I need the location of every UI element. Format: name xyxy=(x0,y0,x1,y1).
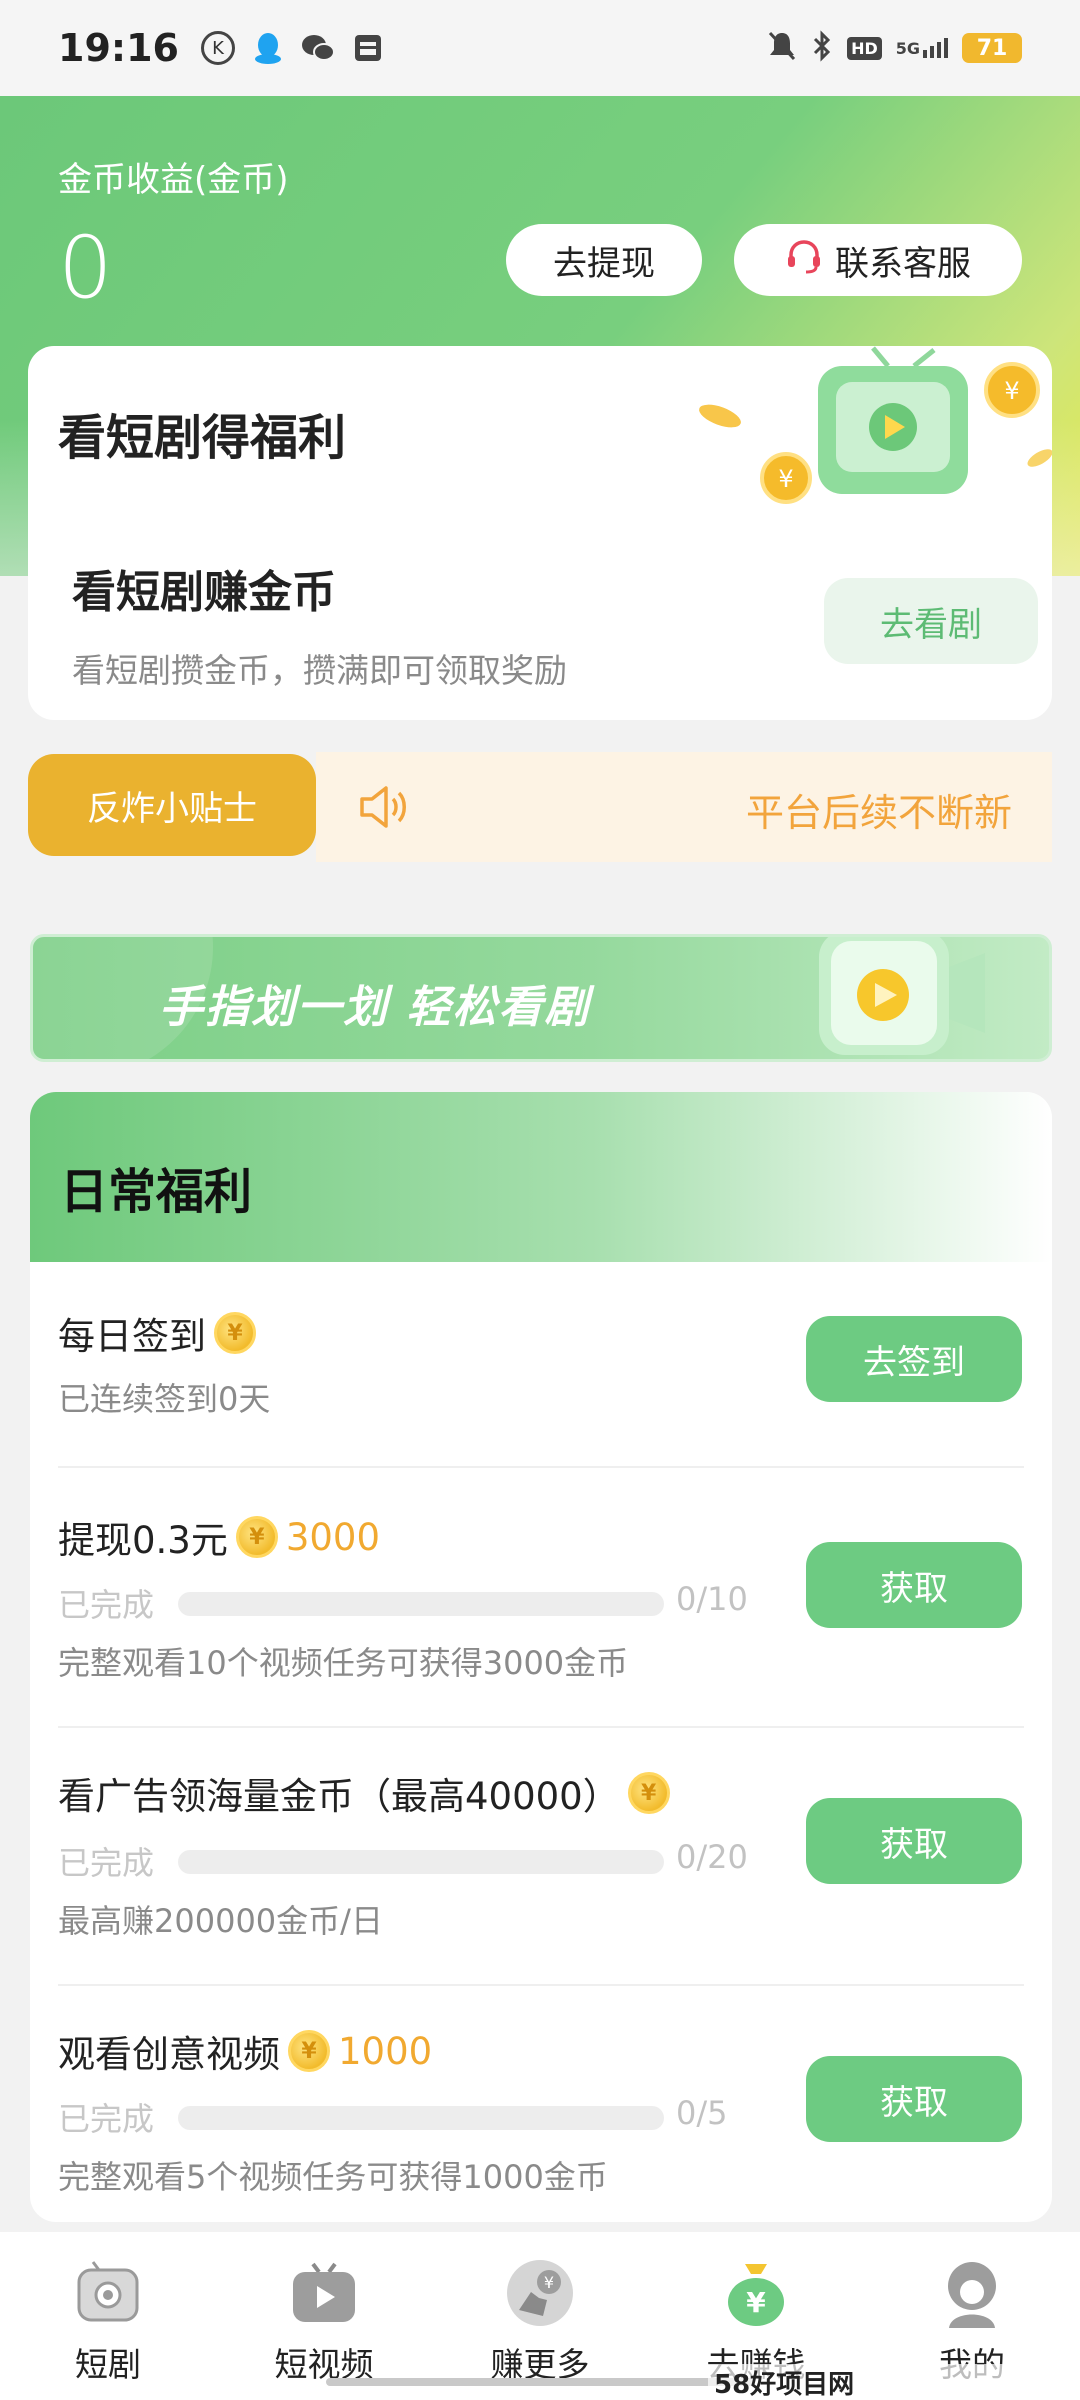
tv-coins-illustration: ¥ ¥ xyxy=(699,346,1052,504)
task-name: 看广告领海量金币（最高40000） ¥ xyxy=(58,1766,670,1820)
task-name: 提现0.3元 ¥ 3000 xyxy=(58,1510,380,1564)
battery-indicator: 71 xyxy=(962,33,1022,63)
task-watch-ads: 看广告领海量金币（最高40000） ¥ 已完成 0/20 最高赚200000金币… xyxy=(30,1728,1052,1984)
hand-coin-icon: ¥ xyxy=(505,2258,575,2328)
daily-welfare-title: 日常福利 xyxy=(60,1164,253,1220)
daily-welfare-card: 日常福利 每日签到 ¥ 已连续签到0天 去签到 提现0.3元 ¥ 3000 已完… xyxy=(30,1092,1052,2222)
coin-earnings-value: 0 xyxy=(58,218,113,318)
network-type: 5G xyxy=(895,39,920,58)
task-progress-count: 0/5 xyxy=(676,2094,728,2132)
inbox-icon xyxy=(351,31,385,65)
daily-welfare-header: 日常福利 xyxy=(30,1092,1052,1262)
get-button[interactable]: 获取 xyxy=(806,2056,1022,2142)
anti-fraud-tip-tag[interactable]: 反炸小贴士 xyxy=(28,754,316,856)
user-icon xyxy=(937,2258,1007,2328)
money-bag-icon: ¥ xyxy=(721,2258,791,2328)
coin-icon: ¥ xyxy=(235,1516,278,1558)
task-name-text: 观看创意视频 xyxy=(58,2033,280,2076)
go-watch-drama-button[interactable]: 去看剧 xyxy=(824,578,1038,664)
watch-drama-card-title: 看短剧得福利 xyxy=(58,410,347,466)
notice-marquee-bar: 平台后续不断新 xyxy=(316,752,1052,862)
task-status: 已完成 xyxy=(58,2100,155,2138)
coin-icon: ¥ xyxy=(627,1772,670,1814)
task-creative-video: 观看创意视频 ¥ 1000 已完成 0/5 完整观看5个视频任务可获得1000金… xyxy=(30,1986,1052,2222)
notice-marquee-text: 平台后续不断新 xyxy=(746,791,1013,835)
nav-item-short-video[interactable]: 短视频 xyxy=(216,2232,432,2400)
task-name: 观看创意视频 ¥ 1000 xyxy=(58,2024,432,2078)
withdraw-label: 去提现 xyxy=(553,243,655,284)
task-progress-bar xyxy=(178,1592,664,1616)
speaker-icon xyxy=(356,782,410,836)
task-reward: 1000 xyxy=(338,2029,433,2073)
status-time: 19:16 xyxy=(58,26,179,70)
task-progress-bar xyxy=(178,1850,664,1874)
home-indicator[interactable] xyxy=(326,2378,754,2386)
contact-service-label: 联系客服 xyxy=(835,243,971,284)
banner-text: 手指划一划 轻松看剧 xyxy=(159,982,591,1033)
sign-in-button[interactable]: 去签到 xyxy=(806,1316,1022,1402)
watch-drama-card: 看短剧得福利 ¥ ¥ 看短剧赚金币 看短剧攒金币，攒满即可领取奖励 去看剧 xyxy=(28,346,1052,720)
nav-item-drama[interactable]: 短剧 xyxy=(0,2232,216,2400)
contact-service-button[interactable]: 联系客服 xyxy=(734,224,1022,296)
task-name: 每日签到 ¥ xyxy=(58,1306,256,1360)
task-name-text: 每日签到 xyxy=(58,1315,206,1358)
task-progress-count: 0/10 xyxy=(676,1580,748,1618)
wechat-icon xyxy=(301,31,335,65)
task-reward: 3000 xyxy=(285,1515,381,1559)
task-meta: 完整观看5个视频任务可获得1000金币 xyxy=(58,2158,608,2196)
task-meta: 完整观看10个视频任务可获得3000金币 xyxy=(58,1644,629,1682)
task-name-text: 看广告领海量金币（最高40000） xyxy=(58,1775,620,1818)
bluetooth-icon xyxy=(811,30,833,66)
tv-icon xyxy=(73,2258,143,2328)
get-button[interactable]: 获取 xyxy=(806,1798,1022,1884)
status-system-icons: HD 5G 71 xyxy=(767,30,1022,66)
k-icon: K xyxy=(200,31,235,65)
coin-earnings-label: 金币收益(金币) xyxy=(58,160,289,200)
signal-icon: 5G xyxy=(896,38,948,58)
get-button[interactable]: 获取 xyxy=(806,1542,1022,1628)
headset-icon xyxy=(785,237,823,284)
task-withdraw: 提现0.3元 ¥ 3000 已完成 0/10 完整观看10个视频任务可获得300… xyxy=(30,1468,1052,1726)
svg-text:¥: ¥ xyxy=(778,465,793,493)
svg-text:¥: ¥ xyxy=(746,2286,766,2319)
status-notification-icons: K xyxy=(200,31,385,65)
svg-text:¥: ¥ xyxy=(544,2273,554,2292)
task-status: 已完成 xyxy=(58,1844,155,1882)
mute-icon xyxy=(767,30,797,66)
task-meta: 最高赚200000金币/日 xyxy=(58,1902,383,1940)
status-bar: 19:16 K HD 5G 71 xyxy=(0,0,1080,96)
nav-item-earn-more[interactable]: ¥ 赚更多 xyxy=(432,2232,648,2400)
task-daily-signin: 每日签到 ¥ 已连续签到0天 去签到 xyxy=(30,1262,1052,1462)
coin-icon: ¥ xyxy=(288,2030,330,2072)
watermark: 58好项目网www.58hxm.com xyxy=(708,2364,1080,2400)
watch-drama-description: 看短剧攒金币，攒满即可领取奖励 xyxy=(72,651,567,690)
task-meta: 已连续签到0天 xyxy=(58,1380,271,1418)
qq-icon xyxy=(251,31,285,65)
task-status: 已完成 xyxy=(58,1586,155,1624)
svg-text:¥: ¥ xyxy=(1004,377,1019,405)
withdraw-button[interactable]: 去提现 xyxy=(506,224,702,296)
task-name-text: 提现0.3元 xyxy=(58,1519,228,1562)
video-camera-icon xyxy=(819,937,985,1055)
watch-drama-subtitle: 看短剧赚金币 xyxy=(72,567,336,618)
task-progress-count: 0/20 xyxy=(676,1838,748,1876)
coin-icon: ¥ xyxy=(214,1312,256,1354)
task-progress-bar xyxy=(178,2106,664,2130)
play-icon xyxy=(289,2258,359,2328)
nav-label: 短剧 xyxy=(75,2345,141,2384)
swipe-watch-banner[interactable]: 手指划一划 轻松看剧 xyxy=(30,934,1052,1062)
hd-icon: HD xyxy=(847,36,882,60)
